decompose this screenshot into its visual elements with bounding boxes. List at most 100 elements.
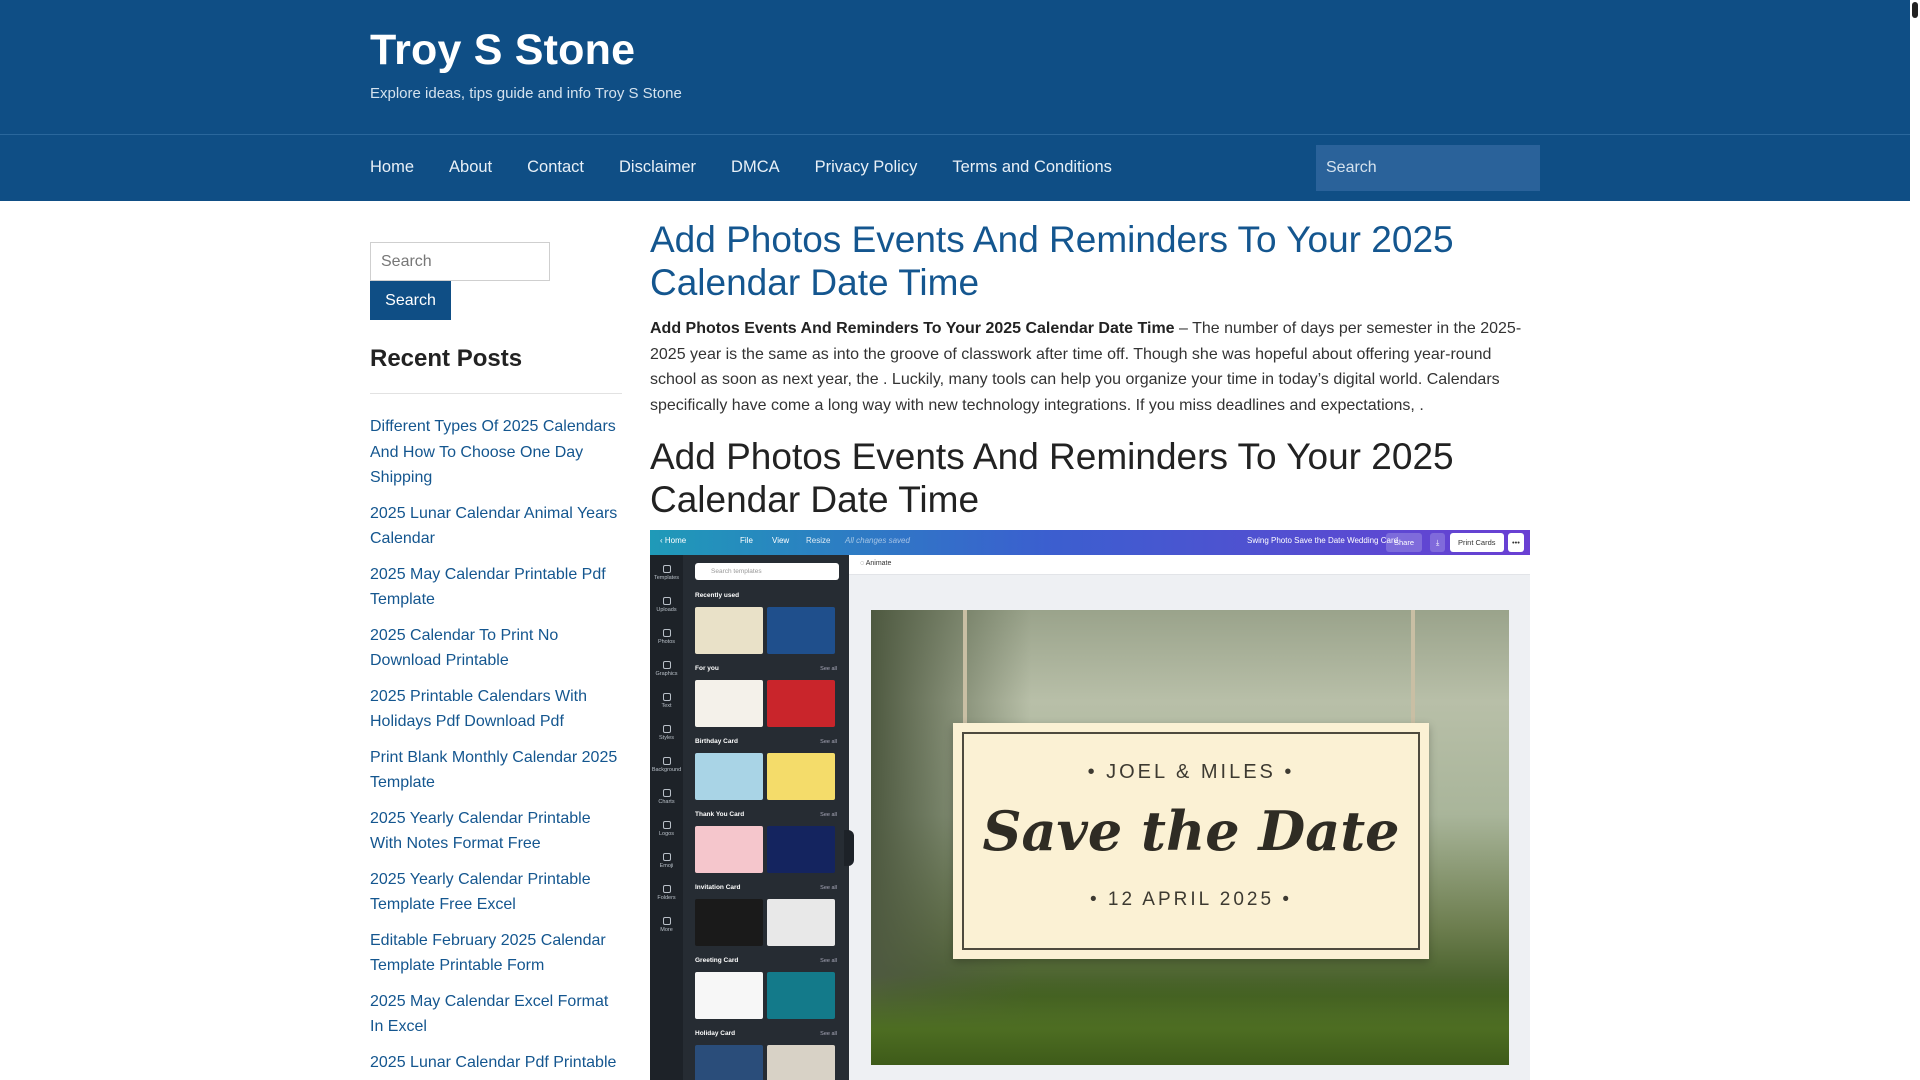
rail-item: Charts bbox=[650, 789, 683, 805]
recent-post-link[interactable]: 2025 Lunar Calendar Pdf Printable bbox=[370, 1050, 622, 1076]
nav-terms[interactable]: Terms and Conditions bbox=[952, 158, 1112, 177]
card-date: • 12 APRIL 2025 • bbox=[1090, 889, 1292, 910]
section-label: Birthday Card bbox=[695, 738, 738, 745]
see-all: See all bbox=[820, 666, 837, 672]
rail-item: Photos bbox=[650, 629, 683, 645]
recent-post-link[interactable]: 2025 Yearly Calendar Printable Template … bbox=[370, 867, 622, 918]
rail-item: Emoji bbox=[650, 853, 683, 869]
sidebar-search-input[interactable] bbox=[370, 242, 550, 281]
template-thumb bbox=[695, 753, 763, 800]
list-item: 2025 Yearly Calendar Printable With Note… bbox=[370, 806, 622, 857]
list-item: 2025 May Calendar Excel Format In Excel bbox=[370, 989, 622, 1040]
rail-item: Uploads bbox=[650, 597, 683, 613]
recent-post-link[interactable]: 2025 Printable Calendars With Holidays P… bbox=[370, 684, 622, 735]
site-header: Troy S Stone Explore ideas, tips guide a… bbox=[0, 0, 1910, 201]
template-thumb bbox=[767, 680, 835, 727]
rail-item: Text bbox=[650, 693, 683, 709]
recent-post-link[interactable]: Editable February 2025 Calendar Template… bbox=[370, 928, 622, 979]
article-image[interactable]: ‹ Home File View Resize All changes save… bbox=[650, 530, 1530, 1080]
see-all: See all bbox=[820, 739, 837, 745]
template-thumb bbox=[695, 607, 763, 654]
nav-home[interactable]: Home bbox=[370, 158, 414, 177]
nav-contact[interactable]: Contact bbox=[527, 158, 584, 177]
section-label: Greeting Card bbox=[695, 957, 739, 964]
article-intro-bold: Add Photos Events And Reminders To Your … bbox=[650, 320, 1175, 337]
list-item: Editable February 2025 Calendar Template… bbox=[370, 928, 622, 979]
swing-rope bbox=[1411, 610, 1415, 730]
section-label: For you bbox=[695, 665, 719, 672]
swing-rope bbox=[963, 610, 967, 730]
editor-home: ‹ Home bbox=[660, 536, 687, 545]
template-thumb bbox=[695, 680, 763, 727]
template-thumb bbox=[695, 899, 763, 946]
see-all: See all bbox=[820, 958, 837, 964]
recent-post-link[interactable]: 2025 May Calendar Printable Pdf Template bbox=[370, 562, 622, 613]
list-item: 2025 Yearly Calendar Printable Template … bbox=[370, 867, 622, 918]
template-thumb bbox=[767, 826, 835, 873]
template-thumb bbox=[767, 753, 835, 800]
sidebar-search-button[interactable]: Search bbox=[370, 281, 451, 320]
article-title[interactable]: Add Photos Events And Reminders To Your … bbox=[650, 218, 1530, 304]
recent-posts-divider bbox=[370, 393, 622, 394]
editor-rail: Templates Uploads Photos Graphics Text S… bbox=[650, 555, 683, 1080]
editor-share: Share bbox=[1386, 533, 1423, 552]
header-search-input[interactable] bbox=[1316, 145, 1540, 191]
recent-post-link[interactable]: 2025 Yearly Calendar Printable With Note… bbox=[370, 806, 622, 857]
rail-item: Graphics bbox=[650, 661, 683, 677]
list-item: 2025 Lunar Calendar Pdf Printable bbox=[370, 1050, 622, 1076]
rail-item: Styles bbox=[650, 725, 683, 741]
panel-collapse-handle bbox=[844, 830, 854, 866]
template-thumb bbox=[695, 1045, 763, 1080]
see-all: See all bbox=[820, 885, 837, 891]
nav-disclaimer[interactable]: Disclaimer bbox=[619, 158, 696, 177]
list-item: 2025 Calendar To Print No Download Print… bbox=[370, 623, 622, 674]
list-item: Print Blank Monthly Calendar 2025 Templa… bbox=[370, 745, 622, 796]
template-thumb bbox=[767, 607, 835, 654]
see-all: See all bbox=[820, 812, 837, 818]
recent-post-link[interactable]: Print Blank Monthly Calendar 2025 Templa… bbox=[370, 745, 622, 796]
rail-item: Background bbox=[650, 757, 683, 773]
recent-posts-list: Different Types Of 2025 Calendars And Ho… bbox=[370, 414, 622, 1080]
card-names: • JOEL & MILES • bbox=[1087, 761, 1295, 783]
recent-posts-title: Recent Posts bbox=[370, 345, 523, 372]
recent-post-link[interactable]: 2025 Calendar To Print No Download Print… bbox=[370, 623, 622, 674]
template-thumb bbox=[767, 1045, 835, 1080]
template-search: Search templates bbox=[695, 563, 839, 580]
canvas-toolbar bbox=[849, 555, 1530, 575]
editor-file: File bbox=[740, 536, 753, 545]
main-nav: Home About Contact Disclaimer DMCA Priva… bbox=[370, 134, 1147, 201]
see-all: See all bbox=[820, 1031, 837, 1037]
section-label: Holiday Card bbox=[695, 1030, 736, 1037]
article: Add Photos Events And Reminders To Your … bbox=[650, 218, 1530, 521]
template-thumb bbox=[767, 899, 835, 946]
editor-print-cards: Print Cards bbox=[1450, 533, 1504, 552]
rail-item: Templates bbox=[650, 565, 683, 581]
scrollbar-track[interactable] bbox=[1910, 0, 1920, 1080]
list-item: Different Types Of 2025 Calendars And Ho… bbox=[370, 414, 622, 491]
nav-about[interactable]: About bbox=[449, 158, 492, 177]
list-item: 2025 Printable Calendars With Holidays P… bbox=[370, 684, 622, 735]
nav-dmca[interactable]: DMCA bbox=[731, 158, 780, 177]
list-item: 2025 May Calendar Printable Pdf Template bbox=[370, 562, 622, 613]
recent-post-link[interactable]: 2025 May Calendar Excel Format In Excel bbox=[370, 989, 622, 1040]
editor-doc-title: Swing Photo Save the Date Wedding Card bbox=[1247, 536, 1399, 545]
editor-resize: Resize bbox=[806, 536, 831, 545]
site-title[interactable]: Troy S Stone bbox=[370, 26, 635, 75]
template-thumb bbox=[695, 826, 763, 873]
rail-item: Folders bbox=[650, 885, 683, 901]
article-intro: Add Photos Events And Reminders To Your … bbox=[650, 316, 1530, 418]
section-label: Recently used bbox=[695, 592, 740, 599]
scrollbar-thumb[interactable] bbox=[1912, 2, 1918, 18]
editor-saved-status: All changes saved bbox=[845, 536, 910, 545]
template-thumb bbox=[767, 972, 835, 1019]
section-label: Thank You Card bbox=[695, 811, 745, 818]
nav-privacy-policy[interactable]: Privacy Policy bbox=[815, 158, 918, 177]
site-tagline: Explore ideas, tips guide and info Troy … bbox=[370, 85, 682, 102]
save-the-date-card: • JOEL & MILES • Save the Date • 12 APRI… bbox=[871, 610, 1509, 1065]
download-icon: ⤓ bbox=[1430, 533, 1446, 552]
rail-item: More bbox=[650, 917, 683, 933]
swing-board: • JOEL & MILES • Save the Date • 12 APRI… bbox=[953, 723, 1429, 959]
rail-item: Logos bbox=[650, 821, 683, 837]
recent-post-link[interactable]: Different Types Of 2025 Calendars And Ho… bbox=[370, 414, 622, 491]
recent-post-link[interactable]: 2025 Lunar Calendar Animal Years Calenda… bbox=[370, 501, 622, 552]
